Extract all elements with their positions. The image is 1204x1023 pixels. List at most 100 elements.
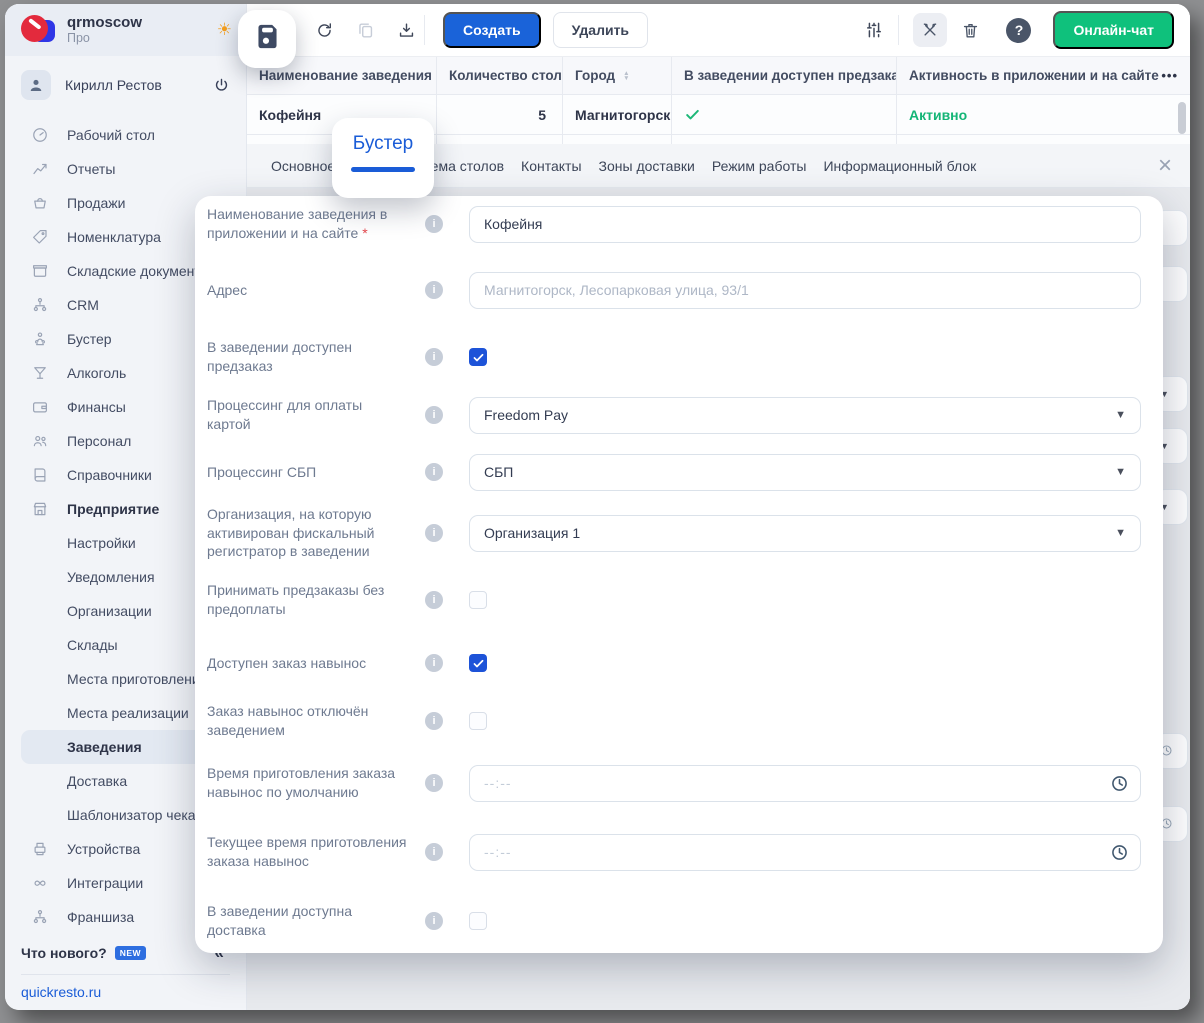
field-label: В заведении доступна доставка: [207, 902, 409, 940]
sidebar-item-dashboard[interactable]: Рабочий стол: [5, 118, 246, 152]
info-icon[interactable]: i: [425, 281, 443, 299]
app-window: qrmoscow Про ☀ Кирилл Рестов Рабочий сто…: [5, 4, 1190, 1010]
franchise-icon: [31, 908, 49, 926]
form-row-takeaway-time-current: Текущее время приготовления заказа навын…: [195, 816, 1163, 888]
field-label: Организация, на которую активирован фиск…: [207, 505, 409, 562]
delivery-available-checkbox[interactable]: [469, 912, 487, 930]
takeaway-available-checkbox[interactable]: [469, 654, 487, 672]
sidebar-header: qrmoscow Про ☀: [5, 4, 246, 56]
new-badge: NEW: [115, 946, 146, 960]
form-row-fiscal-organization: Организация, на которую активирован фиск…: [195, 500, 1163, 566]
devices-icon: [31, 840, 49, 858]
sidebar-item-reports[interactable]: Отчеты: [5, 152, 246, 186]
info-icon[interactable]: i: [425, 654, 443, 672]
finance-icon: [31, 398, 49, 416]
field-label: Адрес: [207, 281, 409, 300]
form-row-preorder-no-prepay: Принимать предзаказы без предоплатыi: [195, 566, 1163, 634]
sbp-processing-select[interactable]: [469, 454, 1141, 491]
takeaway-time-current-input[interactable]: [469, 834, 1141, 871]
tab-информационный-блок[interactable]: Информационный блок: [823, 158, 976, 174]
download-icon[interactable]: [397, 21, 416, 40]
preorder-available-checkbox[interactable]: [469, 348, 487, 366]
enterprise-icon: [31, 500, 49, 518]
booster-tab-label: Бустер: [353, 133, 413, 155]
save-button-callout[interactable]: [238, 10, 296, 68]
copy-icon[interactable]: [356, 21, 375, 40]
field-label: В заведении доступен предзаказ: [207, 338, 409, 376]
tools-toggle[interactable]: [913, 13, 947, 47]
column-header: Количество столов: [437, 57, 563, 94]
user-row[interactable]: Кирилл Рестов: [5, 62, 246, 108]
form-row-venue-name: Наименование заведения в приложении и на…: [195, 196, 1163, 252]
quickresto-site-link[interactable]: quickresto.ru: [21, 984, 230, 1000]
theme-sun-icon[interactable]: ☀: [217, 20, 232, 40]
whats-new-link[interactable]: Что нового?: [21, 945, 107, 961]
sort-icon[interactable]: ▲▼: [623, 71, 629, 81]
form-row-sbp-processing: Процессинг СБПi▼: [195, 444, 1163, 500]
tab-основное[interactable]: Основное: [271, 158, 335, 174]
info-icon[interactable]: i: [425, 348, 443, 366]
column-header: Активность в приложении и на сайте•••: [897, 57, 1190, 94]
takeaway-time-default-input[interactable]: [469, 765, 1141, 802]
field-label: Процессинг СБП: [207, 463, 409, 482]
tab-контакты[interactable]: Контакты: [521, 158, 581, 174]
field-label: Заказ навынос отключён заведением: [207, 702, 409, 740]
toolbar: Создать Удалить ? Онлайн-чат: [247, 4, 1190, 57]
reports-icon: [31, 160, 49, 178]
staff-icon: [31, 432, 49, 450]
venue-name-input[interactable]: [469, 206, 1141, 243]
tab-режим-работы[interactable]: Режим работы: [712, 158, 807, 174]
info-icon[interactable]: i: [425, 591, 443, 609]
create-button[interactable]: Создать: [443, 12, 541, 48]
booster-tab-callout[interactable]: Бустер: [332, 118, 434, 198]
column-menu-icon[interactable]: •••: [1161, 68, 1178, 83]
form-row-takeaway-disabled: Заказ навынос отключён заведением i: [195, 692, 1163, 750]
user-avatar-icon: [21, 70, 51, 100]
account-name: qrmoscow: [67, 14, 217, 31]
info-icon[interactable]: i: [425, 215, 443, 233]
preorder-cell: [672, 95, 897, 134]
field-label: Наименование заведения в приложении и на…: [207, 205, 409, 243]
columns-settings-icon[interactable]: [864, 20, 884, 40]
takeaway-disabled-checkbox[interactable]: [469, 712, 487, 730]
tab-зоны-доставки[interactable]: Зоны доставки: [599, 158, 695, 174]
help-button[interactable]: ?: [1006, 18, 1031, 43]
active-tab-underline: [351, 167, 415, 172]
column-header[interactable]: В заведении доступен предзаказ▲▼: [672, 57, 897, 94]
card-processing-select[interactable]: [469, 397, 1141, 434]
check-icon: [684, 106, 701, 123]
sales-icon: [31, 194, 49, 212]
city-cell: Магнитогорск: [563, 95, 672, 134]
status-badge: Активно: [909, 107, 967, 123]
column-header[interactable]: Город▲▼: [563, 57, 672, 94]
trash-icon[interactable]: [961, 21, 980, 40]
delete-button[interactable]: Удалить: [553, 12, 648, 48]
logout-power-icon[interactable]: [213, 77, 230, 94]
info-icon[interactable]: i: [425, 712, 443, 730]
booster-settings-panel: Наименование заведения в приложении и на…: [195, 196, 1163, 953]
quickresto-logo: [19, 12, 57, 48]
refresh-icon[interactable]: [315, 21, 334, 40]
info-icon[interactable]: i: [425, 406, 443, 424]
field-label: Текущее время приготовления заказа навын…: [207, 833, 409, 871]
vertical-scrollbar[interactable]: [1178, 102, 1186, 134]
fiscal-organization-select[interactable]: [469, 515, 1141, 552]
online-chat-button[interactable]: Онлайн-чат: [1053, 11, 1174, 49]
dashboard-icon: [31, 126, 49, 144]
alcohol-icon: [31, 364, 49, 382]
activity-cell: Активно: [897, 95, 1190, 134]
stock-docs-icon: [31, 262, 49, 280]
info-icon[interactable]: i: [425, 463, 443, 481]
info-icon[interactable]: i: [425, 524, 443, 542]
field-label: Доступен заказ навынос: [207, 654, 409, 673]
form-row-takeaway-time-default: Время приготовления заказа навынос по ум…: [195, 750, 1163, 816]
info-icon[interactable]: i: [425, 912, 443, 930]
info-icon[interactable]: i: [425, 843, 443, 861]
preorder-no-prepay-checkbox[interactable]: [469, 591, 487, 609]
info-icon[interactable]: i: [425, 774, 443, 792]
table-header: Наименование заведения▲▼Количество столо…: [247, 57, 1190, 95]
save-icon: [252, 21, 283, 57]
field-label: Процессинг для оплаты картой: [207, 396, 409, 434]
address-input[interactable]: [469, 272, 1141, 309]
close-dialog-icon[interactable]: ×: [1158, 156, 1172, 176]
